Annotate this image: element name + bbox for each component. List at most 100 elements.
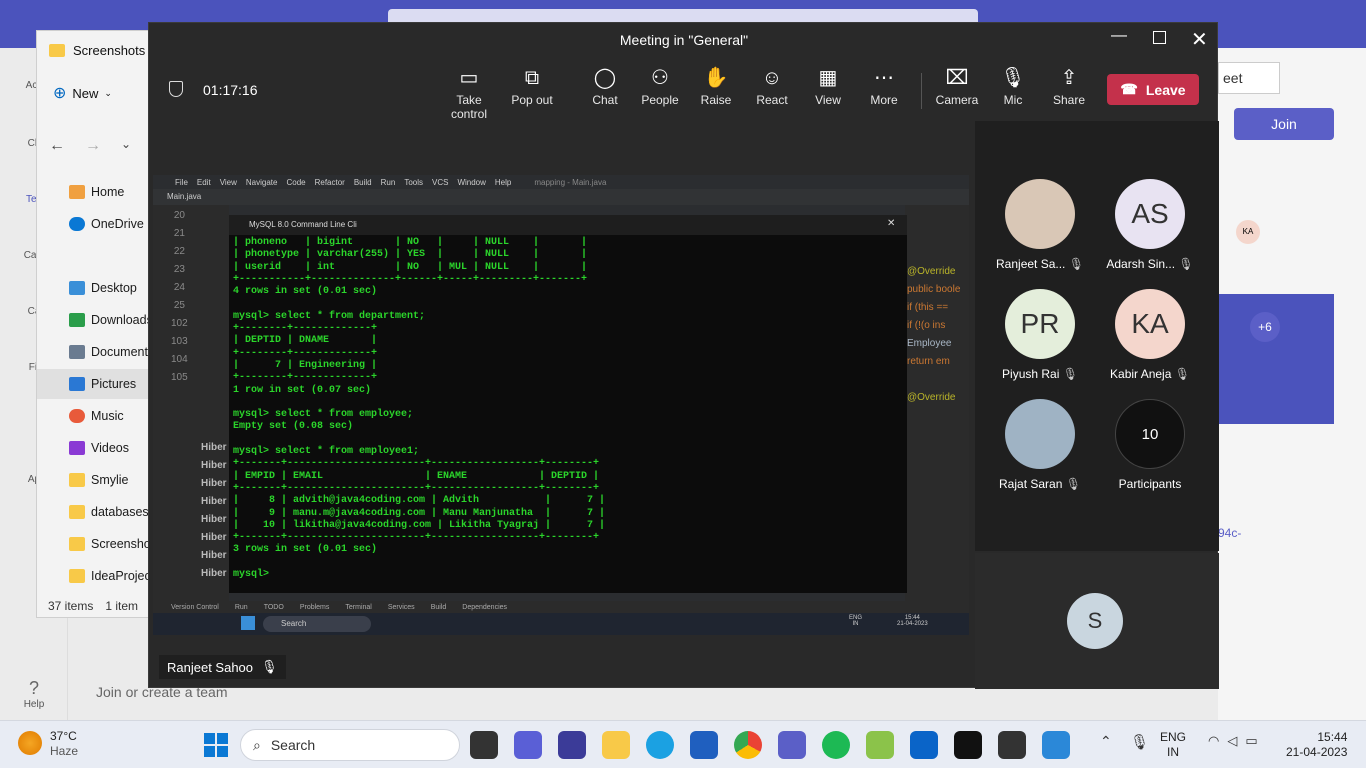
intellij-icon[interactable] [954,731,982,759]
ide-run-panel: Hiber Hiber Hiber Hiber Hiber Hiber Hiber Hiber [153,433,229,601]
explorer-nav-arrows: ← → ⌄ [49,137,131,155]
mic-off-icon: 🎙 [1178,257,1194,271]
rail-help[interactable]: ? Help [0,678,68,710]
spotify-icon[interactable] [822,731,850,759]
chrome-icon[interactable] [734,731,762,759]
photos-icon[interactable] [1042,731,1070,759]
participants-count: 10 [1115,399,1185,469]
ide-menu-item: Run [380,177,396,187]
raise-hand-button[interactable]: ✋ Raise [688,63,744,121]
back-arrow-icon[interactable]: ← [49,137,65,155]
hand-icon: ✋ [703,67,729,89]
smile-icon: ☺ [761,67,783,89]
new-button[interactable]: ⊕ New ⌄ [53,83,112,103]
forward-arrow-icon[interactable]: → [85,137,101,155]
close-icon[interactable]: ✕ [1191,27,1208,52]
terminal-close-icon[interactable]: ✕ [887,218,895,229]
battery-icon: ▭ [1245,733,1258,748]
app-icon[interactable] [558,731,586,759]
inner-clock: 15:44 21-04-2023 [897,615,928,627]
edge-icon[interactable] [646,731,674,759]
weather-icon [18,731,42,755]
file-explorer-icon[interactable] [602,731,630,759]
system-tray[interactable]: ◠ ◁ ▭ [1208,733,1258,749]
join-button[interactable]: Join [1234,108,1334,140]
camera-off-icon: ⌧ [945,67,969,89]
folder-icon [69,473,85,487]
share-icon: ⇪ [1060,67,1078,89]
terminal-output: | phoneno | bigint | NO | | NULL | | | p… [233,237,606,581]
document-icon [69,345,85,359]
avatar: KA [1236,220,1260,244]
participant-tile[interactable]: AS Adarsh Sin... 🎙 [1095,179,1205,289]
terminal-icon[interactable] [998,731,1026,759]
ide-menu-item: Build [353,177,372,187]
view-button[interactable]: ▦ View [800,63,856,121]
shared-taskbar: Search ENG IN 15:44 21-04-2023 [153,613,969,635]
pop-out-button[interactable]: ⧉ Pop out [504,63,560,121]
leave-button[interactable]: ☎ Leave [1107,74,1199,105]
app-icon[interactable] [514,731,542,759]
clock[interactable]: 15:44 21-04-2023 [1286,730,1347,760]
ide-menu-item: Help [494,177,512,187]
grid-icon: ▦ [818,67,838,89]
chevron-down-icon[interactable]: ⌄ [121,137,131,155]
code-snippet: @Override public boole if (this == if (!(o … [907,266,961,403]
app-icon[interactable] [866,731,894,759]
chat-button[interactable]: ◯ Chat [577,63,633,121]
line-numbers: 20 21 22 23 24 25 102 103 104 105 [171,210,188,383]
picture-icon [69,377,85,391]
ide-menu-item: VCS [432,177,449,187]
mic-off-icon: 🎙 [1065,477,1081,491]
teams-icon[interactable] [778,731,806,759]
ide-toolbar: Main.java [153,189,969,205]
ide-menu-bar: File Edit View Navigate Code Refactor Build Run… [153,175,969,189]
mic-button[interactable]: 🎙 Mic [985,63,1041,121]
mic-off-icon: 🎙 [1062,367,1078,381]
store-icon[interactable] [690,731,718,759]
help-icon: ? [28,678,39,698]
ide-menu-item: Window [457,177,486,187]
outlook-icon[interactable] [910,731,938,759]
take-control-button[interactable]: ▭ Take control [439,63,499,121]
windows-logo-icon [241,616,255,630]
meeting-titlebar: Meeting in "General" — ✕ [149,23,1219,57]
avatar: S [1067,593,1123,649]
participant-tile[interactable]: Rajat Saran 🎙 [985,399,1095,509]
share-button[interactable]: ⇪ Share [1041,63,1097,121]
language-indicator[interactable]: ENG IN [1160,730,1186,760]
wifi-icon: ◠ [1208,733,1220,748]
people-button[interactable]: ⚇ People [632,63,688,121]
app-icon[interactable] [470,731,498,759]
participant-tile[interactable]: Ranjeet Sa... 🎙 [985,179,1095,289]
camera-button[interactable]: ⌧ Camera [929,63,985,121]
ide-editor-right: @Override public boole if (this == if (!(o … [905,205,969,605]
windows-start-icon[interactable] [204,733,228,757]
right-button[interactable]: eet [1218,62,1280,94]
participants-count-tile[interactable]: 10 Participants [1095,399,1205,509]
link-fragment[interactable]: 94c- [1218,526,1241,540]
mic-off-icon: 🎙 [261,659,278,674]
ide-menu-item: File [175,177,188,187]
participant-tile[interactable]: PR Piyush Rai 🎙 [985,289,1095,399]
more-icon: ⋯ [874,67,894,89]
weather-widget[interactable]: 37°C Haze [50,729,78,759]
minimize-icon[interactable]: — [1111,27,1127,45]
more-button[interactable]: ⋯ More [856,63,912,121]
ide-menu-item: Edit [196,177,211,187]
mic-off-icon[interactable]: 🎙 [1130,733,1149,751]
ide-bottom-tabs: Version Control Run TODO Problems Terminal Se… [153,601,969,613]
desktop-icon [69,281,85,295]
taskbar-search[interactable]: ⌕ Search [240,729,460,761]
search-icon: ⌕ [253,736,261,753]
inner-lang: ENG IN [849,615,863,627]
chevron-up-icon[interactable]: ⌃ [1100,733,1112,750]
download-icon [69,313,85,327]
maximize-icon[interactable] [1153,31,1166,44]
presenter-label: Ranjeet Sahoo 🎙 [159,655,286,679]
ide-menu-item: Navigate [245,177,278,187]
participant-tile[interactable]: KA Kabir Aneja 🎙 [1095,289,1205,399]
terminal-title: MySQL 8.0 Command Line Cli [249,220,357,229]
react-button[interactable]: ☺ React [744,63,800,121]
avatar: KA [1115,289,1185,359]
